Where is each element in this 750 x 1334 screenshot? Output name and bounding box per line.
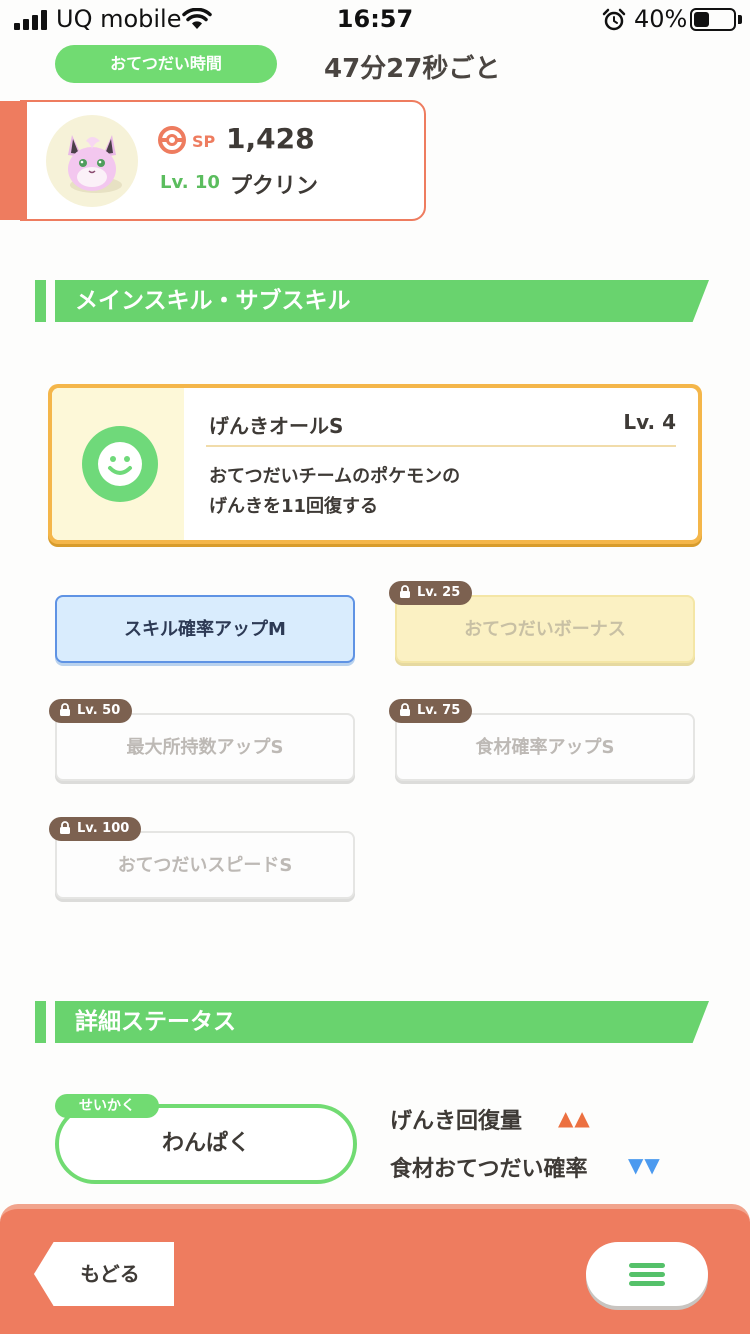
main-skill-description: おてつだいチームのポケモンの げんきを11回復する [209,462,460,522]
main-skill-level: Lv. 4 [623,410,676,434]
nature-tag: せいかく [55,1094,159,1118]
lock-icon [60,702,70,716]
details-section-header: 詳細ステータス [35,1001,715,1043]
battery-percent: 40% [634,5,688,33]
sp-value: 1,428 [226,122,315,155]
sub-skill-lock-badge-3: Lv. 50 [49,699,133,723]
hamburger-menu-line [629,1281,665,1286]
lock-icon [400,702,410,716]
nature-down-stat: 食材おてつだい確率 [390,1157,588,1182]
skills-section-title: メインスキル・サブスキル [75,288,351,314]
lock-icon [400,584,410,598]
hamburger-menu-line [629,1272,665,1277]
skills-section-header: メインスキル・サブスキル [35,280,715,322]
main-skill-description-line2: げんきを11回復する [209,496,379,517]
unlock-level-3: Lv. 50 [77,703,121,718]
main-skill-divider [206,445,676,447]
pokemon-card-stripe [0,101,27,220]
wigglytuff-sprite-icon [68,135,122,193]
alarm-clock-icon [602,8,626,31]
down-triangle-icon: ▼▼ [628,1153,661,1177]
battery-icon [690,8,736,31]
menu-button[interactable] [586,1242,708,1306]
section-header-tick [35,280,46,322]
unlock-level-2: Lv. 25 [417,585,461,600]
sub-skill-lock-badge-2: Lv. 25 [389,581,473,605]
pokeball-sp-icon [158,126,186,154]
help-time-value: 47分27秒ごと [324,54,501,84]
section-header-tick [35,1001,46,1043]
sub-skill-lock-badge-5: Lv. 100 [49,817,142,841]
pokemon-level: Lv. 10 [160,172,220,193]
sub-skill-button-5[interactable]: おてつだいスピードS [55,831,355,899]
unlock-level-4: Lv. 75 [417,703,461,718]
main-skill-card[interactable]: げんきオールS Lv. 4 おてつだいチームのポケモンの げんきを11回復する [48,384,702,544]
battery-tip [738,15,742,24]
sp-label: SP [192,132,216,151]
main-skill-card-inner: げんきオールS Lv. 4 おてつだいチームのポケモンの げんきを11回復する [52,388,698,540]
battery-level [694,12,709,27]
lock-icon [60,820,70,834]
nature-up-stat: げんき回復量 [390,1109,523,1134]
pokemon-avatar [46,115,138,207]
sub-skill-button-3[interactable]: 最大所持数アップS [55,713,355,781]
hamburger-menu-icon [629,1263,665,1268]
status-bar: UQ mobile 16:57 40% [0,0,750,40]
sub-skill-button-4[interactable]: 食材確率アップS [395,713,695,781]
help-time-label: おてつだい時間 [55,45,277,83]
details-section-title: 詳細ステータス [75,1009,236,1035]
back-button[interactable]: もどる [34,1242,174,1306]
sub-skill-lock-badge-4: Lv. 75 [389,699,473,723]
main-skill-description-line1: おてつだいチームのポケモンの [209,466,461,487]
smiley-face-icon [82,426,158,502]
unlock-level-5: Lv. 100 [77,821,130,836]
main-skill-name: げんきオールS [209,414,344,438]
sub-skill-button-1[interactable]: スキル確率アップM [55,595,355,663]
pokemon-name: プクリン [230,174,319,199]
sub-skill-button-2[interactable]: おてつだいボーナス [395,595,695,663]
up-triangle-icon: ▲▲ [558,1106,591,1130]
